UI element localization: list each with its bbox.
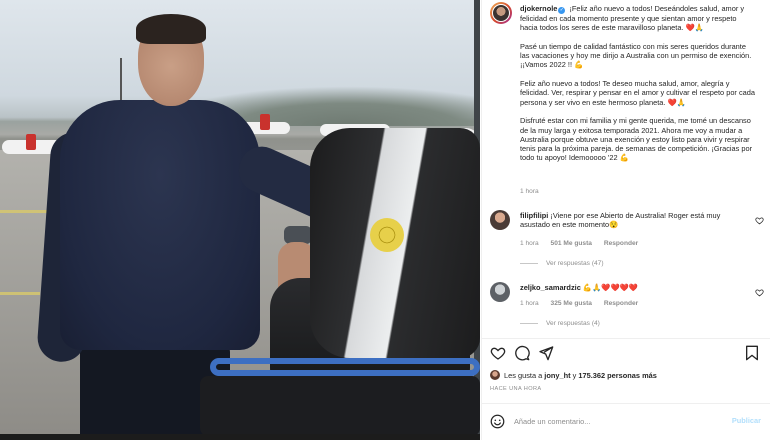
comment-likes[interactable]: 501 Me gusta xyxy=(551,240,592,247)
verified-icon: ✓ xyxy=(558,7,566,14)
comment-body: ¡Viene por ese Abierto de Australia! Rog… xyxy=(520,211,721,230)
add-comment-bar: Publicar xyxy=(482,403,770,440)
comment-likes[interactable]: 325 Me gusta xyxy=(551,300,592,307)
comment-text: filipfilipi ¡Viene por ese Abierto de Au… xyxy=(520,211,748,230)
reply-button[interactable]: Responder xyxy=(604,300,638,307)
comment-meta: 1 hora 325 Me gusta Responder xyxy=(520,300,648,307)
tennis-ball xyxy=(370,218,404,252)
likes-connector: y xyxy=(572,370,577,380)
view-replies-label: Ver respuestas (4) xyxy=(546,320,600,327)
post-photo[interactable] xyxy=(0,0,480,434)
heart-icon[interactable] xyxy=(755,216,764,225)
heart-icon[interactable] xyxy=(755,288,764,297)
view-replies-button[interactable]: Ver respuestas (4) xyxy=(520,320,600,327)
luggage-trolley xyxy=(210,358,480,376)
commenter-username[interactable]: zeljko_samardzic xyxy=(520,283,581,292)
commenter-username[interactable]: filipfilipi xyxy=(520,211,548,220)
reply-button[interactable]: Responder xyxy=(604,240,638,247)
likes-count[interactable]: 175.362 personas más xyxy=(578,371,656,380)
smile-icon[interactable] xyxy=(490,414,505,429)
heart-icon[interactable] xyxy=(490,345,506,361)
comment-icon[interactable] xyxy=(514,345,530,361)
commenter-avatar[interactable] xyxy=(490,210,510,230)
view-replies-label: Ver respuestas (47) xyxy=(546,260,604,267)
author-avatar[interactable] xyxy=(490,2,512,24)
commenter-avatar[interactable] xyxy=(490,282,510,302)
likes-prefix: Les gusta a xyxy=(504,370,543,380)
view-replies-button[interactable]: Ver respuestas (47) xyxy=(520,260,604,267)
caption-paragraph: Disfruté estar con mi familia y mi gente… xyxy=(520,116,753,163)
comments-scroll-area[interactable]: djokernole ✓ ¡Feliz año nuevo a todos! De… xyxy=(482,0,770,338)
liker-avatar[interactable] xyxy=(490,370,500,380)
author-username[interactable]: djokernole xyxy=(520,4,557,13)
liker-username[interactable]: jony_ht xyxy=(544,371,570,380)
tennis-bags xyxy=(200,128,480,434)
action-icons xyxy=(490,345,762,361)
comment-text: zeljko_samardzic 💪🙏❤️❤️❤️❤️ xyxy=(520,283,748,292)
likes-summary: Les gusta a jony_ht y 175.362 personas m… xyxy=(490,370,657,380)
comment-input[interactable] xyxy=(514,413,714,429)
share-icon[interactable] xyxy=(538,345,554,361)
bottom-bar xyxy=(0,434,480,440)
post-actions: Les gusta a jony_ht y 175.362 personas m… xyxy=(482,338,770,440)
caption-text: djokernole ✓ ¡Feliz año nuevo a todos! De… xyxy=(520,4,756,172)
bookmark-icon[interactable] xyxy=(744,345,760,361)
tarmac-stripe xyxy=(0,292,40,295)
post-time-ago[interactable]: HACE UNA HORA xyxy=(490,386,542,392)
comment-time[interactable]: 1 hora xyxy=(520,240,539,247)
comment-time[interactable]: 1 hora xyxy=(520,300,539,307)
post-time[interactable]: 1 hora xyxy=(520,188,539,195)
caption-paragraph: Feliz año nuevo a todos! Te deseo mucha … xyxy=(520,79,755,107)
caption-paragraph: Pasé un tiempo de calidad fantástico con… xyxy=(520,41,752,70)
publish-button[interactable]: Publicar xyxy=(732,416,761,425)
post-side-panel: djokernole ✓ ¡Feliz año nuevo a todos! De… xyxy=(481,0,770,440)
comment-meta: 1 hora 501 Me gusta Responder xyxy=(520,240,648,247)
comment-body: 💪🙏❤️❤️❤️❤️ xyxy=(582,283,639,292)
